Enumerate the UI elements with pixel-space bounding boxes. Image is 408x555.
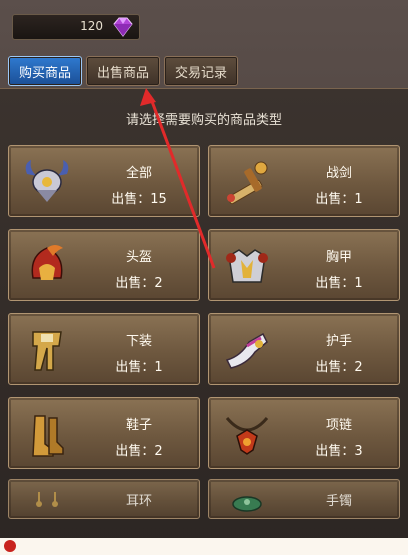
category-name: 战剑 [325,166,352,181]
category-sale-count: 出售：15 [111,192,167,207]
sword-icon [227,161,268,205]
category-sale-count: 出售：2 [115,444,163,459]
category-sale-count: 出售：2 [115,276,163,291]
leg-armor-icon [32,331,62,371]
necklace-icon [225,417,269,455]
tab-buy[interactable]: 购买商品 [8,56,83,86]
boots-icon [32,415,64,457]
category-sale-count: 出售：1 [315,192,363,207]
category-name: 鞋子 [125,418,152,433]
category-card-necklace[interactable]: 项链 出售：3 [208,397,400,469]
notice-banner [0,538,408,555]
category-card-bracelet[interactable]: 手镯 [208,479,400,519]
category-card-leg-armor[interactable]: 下装 出售：1 [8,313,200,385]
purple-gem-icon [113,17,133,37]
category-card-chest-armor[interactable]: 胸甲 出售：1 [208,229,400,301]
currency-bar: 120 [12,14,140,40]
category-card-gauntlet[interactable]: 护手 出售：2 [208,313,400,385]
tab-trade-records[interactable]: 交易记录 [164,56,239,86]
tab-sell[interactable]: 出售商品 [86,56,161,86]
category-name: 耳环 [125,494,152,509]
category-name: 胸甲 [325,250,352,265]
category-sale-count: 出售：1 [315,276,363,291]
category-panel: 请选择需要购买的商品类型 全部 出售：15 战剑 出售：1 头盔 出售：2 胸甲… [0,88,408,555]
category-card-all[interactable]: 全部 出售：15 [8,145,200,217]
category-sale-count: 出售：2 [315,360,363,375]
tab-bar: 购买商品 出售商品 交易记录 [8,56,239,88]
bracelet-icon [232,496,262,512]
category-name: 项链 [325,418,352,433]
category-name: 护手 [325,334,352,349]
helmet-crown-icon [25,160,69,202]
category-name: 手镯 [325,494,352,509]
category-card-sword[interactable]: 战剑 出售：1 [208,145,400,217]
category-name: 头盔 [125,250,152,265]
currency-amount: 120 [80,19,103,33]
earring-icon [36,492,58,507]
helmet-icon [31,245,63,280]
category-sale-count: 出售：3 [315,444,363,459]
category-name: 全部 [125,166,152,181]
panel-title: 请选择需要购买的商品类型 [125,113,282,128]
category-card-boots[interactable]: 鞋子 出售：2 [8,397,200,469]
category-sale-count: 出售：1 [115,360,163,375]
category-card-earring[interactable]: 耳环 [8,479,200,519]
chest-armor-icon [226,249,268,283]
notice-icon [4,540,16,552]
gauntlet-icon [225,332,268,369]
category-name: 下装 [125,334,152,349]
category-card-helmet[interactable]: 头盔 出售：2 [8,229,200,301]
